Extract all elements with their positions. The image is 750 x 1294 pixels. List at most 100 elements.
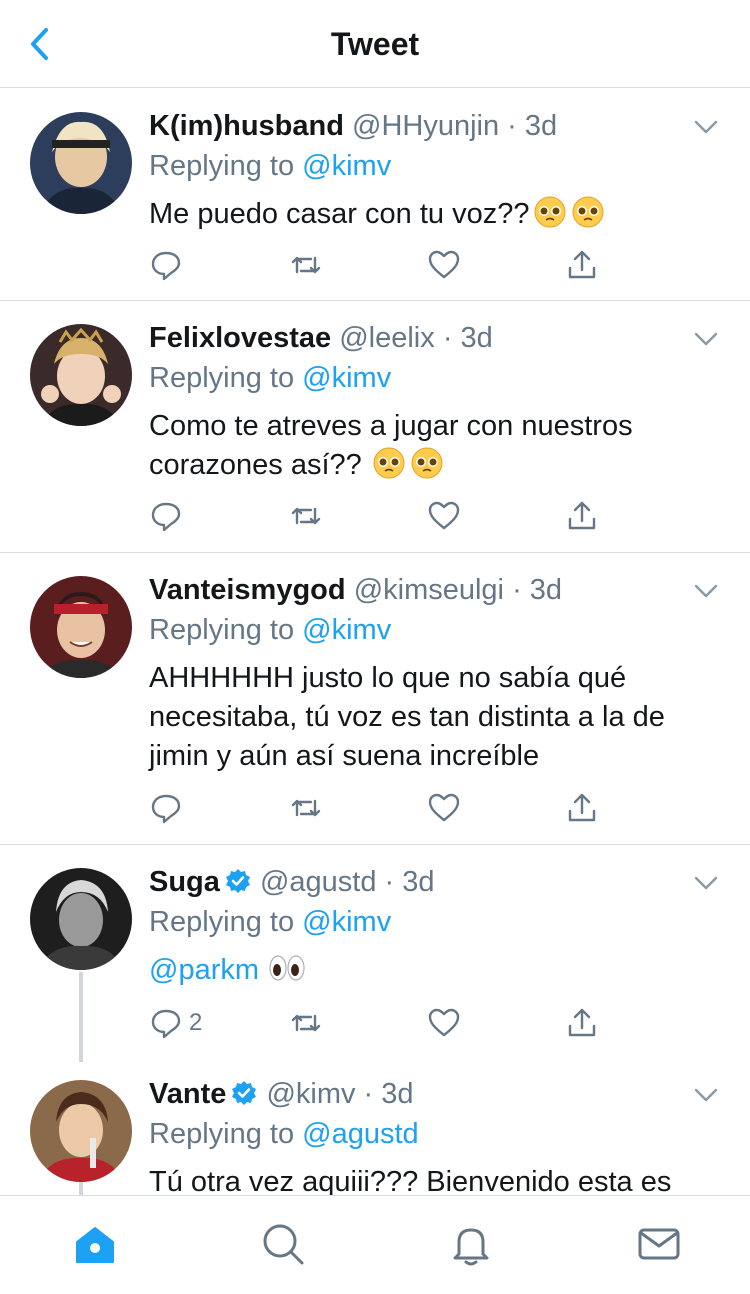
tweet-header: Felixlovestae @leelix · 3d bbox=[149, 319, 720, 357]
reply-count: 2 bbox=[189, 1009, 203, 1036]
share-button[interactable] bbox=[565, 788, 599, 828]
tweet-actions bbox=[149, 496, 619, 536]
thread-connector-line bbox=[79, 972, 83, 1062]
separator-dot: · bbox=[507, 110, 517, 142]
like-button[interactable] bbox=[427, 245, 461, 285]
reply-mention-link[interactable]: @kimv bbox=[302, 362, 391, 394]
share-button[interactable] bbox=[565, 245, 599, 285]
retweet-button[interactable] bbox=[289, 1003, 323, 1043]
tweet-timestamp: 3d bbox=[529, 574, 563, 606]
reply-mention-link[interactable]: @kimv bbox=[302, 614, 391, 646]
retweet-button[interactable] bbox=[289, 245, 323, 285]
reply-mention-link[interactable]: @agustd bbox=[302, 1118, 419, 1150]
like-button[interactable] bbox=[427, 496, 461, 536]
separator-dot: · bbox=[384, 866, 395, 898]
reply-button[interactable] bbox=[149, 496, 189, 536]
display-name[interactable]: Suga bbox=[149, 866, 220, 898]
heart-icon bbox=[428, 793, 460, 822]
avatar[interactable] bbox=[30, 868, 132, 970]
share-button[interactable] bbox=[565, 496, 599, 536]
replies-list[interactable]: K(im)husband @HHyunjin · 3d Replying to … bbox=[0, 89, 750, 1195]
chevron-down-icon[interactable] bbox=[692, 113, 720, 141]
chevron-down-icon[interactable] bbox=[692, 869, 720, 897]
avatar[interactable] bbox=[30, 324, 132, 426]
share-icon bbox=[568, 501, 596, 530]
reply-icon bbox=[151, 502, 181, 532]
pleading-face-emoji bbox=[534, 196, 566, 228]
tweet-text-content: Me puedo casar con tu voz?? bbox=[149, 198, 530, 230]
display-name[interactable]: Vante bbox=[149, 1078, 226, 1110]
search-icon bbox=[263, 1224, 304, 1265]
tweet-item[interactable]: Vanteismygod @kimseulgi · 3d Replying to… bbox=[0, 553, 750, 845]
retweet-button[interactable] bbox=[289, 788, 323, 828]
display-name[interactable]: Vanteismygod bbox=[149, 574, 346, 606]
verified-badge-icon bbox=[232, 1081, 257, 1105]
tweet-body: Vante @kimv · 3d Replying to @agustd Tú … bbox=[149, 1075, 720, 1195]
mention-link[interactable]: @parkm bbox=[149, 954, 259, 986]
reply-button[interactable] bbox=[149, 788, 189, 828]
tweet-header: Vanteismygod @kimseulgi · 3d bbox=[149, 571, 720, 609]
tweet-actions bbox=[149, 788, 619, 828]
chevron-down-icon[interactable] bbox=[692, 1081, 720, 1109]
share-button[interactable] bbox=[565, 1003, 599, 1043]
tab-home[interactable] bbox=[71, 1220, 119, 1268]
eyes-emoji bbox=[269, 955, 305, 981]
retweet-button[interactable] bbox=[289, 496, 323, 536]
pleading-face-emoji bbox=[411, 447, 443, 479]
tweet-item[interactable]: Felixlovestae @leelix · 3d Replying to @… bbox=[0, 301, 750, 553]
tweet-text: Me puedo casar con tu voz?? bbox=[149, 195, 720, 234]
verified-badge-icon bbox=[225, 869, 250, 893]
messages-icon bbox=[638, 1228, 680, 1260]
reply-button[interactable]: 2 bbox=[149, 1003, 202, 1043]
tweet-text: Como te atreves a jugar con nuestros cor… bbox=[149, 407, 720, 485]
home-icon bbox=[76, 1227, 114, 1263]
tweet-item[interactable]: K(im)husband @HHyunjin · 3d Replying to … bbox=[0, 89, 750, 301]
retweet-icon bbox=[291, 507, 321, 525]
tweet-text-line: necesitaba, tú voz es tan distinta a la … bbox=[149, 701, 665, 733]
replying-to-label: Replying to bbox=[149, 1118, 295, 1150]
separator-dot: · bbox=[363, 1078, 374, 1110]
replying-to-label: Replying to bbox=[149, 150, 295, 182]
thread-connector-line bbox=[79, 1182, 83, 1195]
tab-search[interactable] bbox=[259, 1220, 307, 1268]
heart-icon bbox=[428, 501, 460, 530]
bottom-tab-bar bbox=[0, 1195, 750, 1294]
like-button[interactable] bbox=[427, 788, 461, 828]
tweet-header: K(im)husband @HHyunjin · 3d bbox=[149, 107, 720, 145]
pleading-face-emoji bbox=[373, 447, 405, 479]
display-name[interactable]: Felixlovestae bbox=[149, 322, 331, 354]
reply-icon bbox=[151, 251, 181, 281]
reply-mention-link[interactable]: @kimv bbox=[302, 906, 391, 938]
tweet-item[interactable]: Suga @agustd · 3d Replying to @kimv @par… bbox=[0, 845, 750, 1062]
share-icon bbox=[568, 793, 596, 822]
replying-to-line: Replying to @kimv bbox=[149, 147, 720, 185]
replying-to-line: Replying to @agustd bbox=[149, 1115, 720, 1153]
chevron-down-icon[interactable] bbox=[692, 577, 720, 605]
replying-to-line: Replying to @kimv bbox=[149, 611, 720, 649]
chevron-down-icon[interactable] bbox=[692, 325, 720, 353]
reply-mention-link[interactable]: @kimv bbox=[302, 150, 391, 182]
reply-button[interactable] bbox=[149, 245, 189, 285]
avatar[interactable] bbox=[30, 112, 132, 214]
display-name[interactable]: K(im)husband bbox=[149, 110, 344, 142]
tweet-item[interactable]: Vante @kimv · 3d Replying to @agustd Tú … bbox=[0, 1057, 750, 1195]
tweet-text: @parkm bbox=[149, 951, 720, 990]
user-handle: @agustd bbox=[259, 866, 377, 898]
replying-to-label: Replying to bbox=[149, 362, 295, 394]
replying-to-label: Replying to bbox=[149, 906, 295, 938]
share-icon bbox=[568, 1008, 596, 1037]
avatar[interactable] bbox=[30, 1080, 132, 1182]
notifications-icon bbox=[453, 1228, 489, 1266]
retweet-icon bbox=[291, 1014, 321, 1032]
reply-icon bbox=[151, 1009, 181, 1039]
tweet-actions bbox=[149, 245, 619, 285]
like-button[interactable] bbox=[427, 1003, 461, 1043]
avatar[interactable] bbox=[30, 576, 132, 678]
tab-notifications[interactable] bbox=[447, 1220, 495, 1268]
retweet-icon bbox=[291, 256, 321, 274]
tweet-timestamp: 3d bbox=[524, 110, 558, 142]
tab-messages[interactable] bbox=[635, 1220, 683, 1268]
top-navigation-bar: Tweet bbox=[0, 0, 750, 88]
replying-to-label: Replying to bbox=[149, 614, 295, 646]
tweet-timestamp: 3d bbox=[381, 1078, 414, 1110]
